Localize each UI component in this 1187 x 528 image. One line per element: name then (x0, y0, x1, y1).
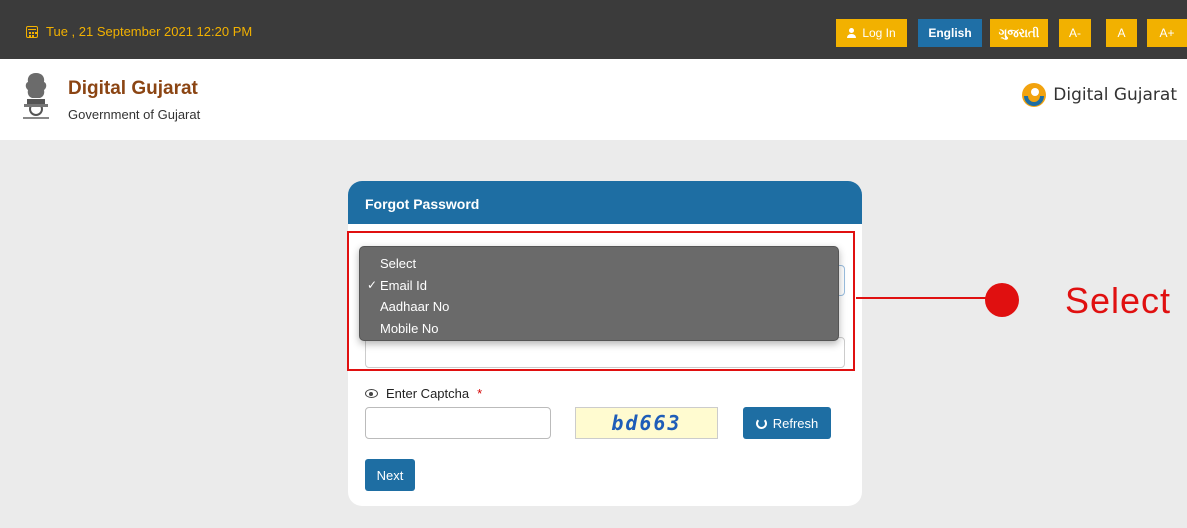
site-title[interactable]: Digital Gujarat (68, 78, 198, 100)
required-asterisk: * (477, 386, 483, 401)
next-button[interactable]: Next (365, 459, 415, 491)
login-button[interactable]: Log In (836, 19, 907, 47)
font-normal-button[interactable]: A (1106, 19, 1137, 47)
annotation-label: Select (1065, 280, 1172, 321)
date-display: Tue , 21 September 2021 12:20 PM (26, 24, 252, 39)
national-emblem-icon (23, 73, 49, 119)
logo-text: Digital Gujarat (1053, 85, 1177, 105)
digital-gujarat-logo-icon (1022, 83, 1047, 107)
user-icon (847, 28, 857, 38)
refresh-captcha-button[interactable]: Refresh (743, 407, 831, 439)
top-bar: Tue , 21 September 2021 12:20 PM Log In … (0, 0, 1187, 59)
captcha-label-text: Enter Captcha (386, 386, 470, 401)
english-language-button[interactable]: English (918, 19, 982, 47)
refresh-label: Refresh (772, 415, 819, 431)
site-header: Digital Gujarat Government of Gujarat Di… (0, 59, 1187, 140)
font-increase-button[interactable]: A+ (1147, 19, 1187, 47)
eye-icon (365, 389, 378, 398)
annotation-connector-line (856, 297, 1002, 299)
annotation-dot (985, 283, 1019, 317)
card-title: Forgot Password (348, 181, 862, 224)
captcha-label: Enter Captcha * (365, 386, 482, 401)
login-label: Log In (862, 26, 896, 40)
digital-gujarat-logo[interactable]: Digital Gujarat (1021, 82, 1177, 108)
gujarati-language-button[interactable]: ગુજરાતી (990, 19, 1048, 47)
refresh-icon (755, 417, 767, 429)
calendar-icon (26, 25, 38, 38)
site-subtitle: Government of Gujarat (68, 107, 201, 122)
annotation-highlight-box (347, 231, 855, 371)
captcha-input[interactable] (365, 407, 551, 439)
captcha-image: bd663 (575, 407, 718, 439)
font-decrease-button[interactable]: A- (1059, 19, 1091, 47)
datetime-text: Tue , 21 September 2021 12:20 PM (46, 24, 253, 39)
